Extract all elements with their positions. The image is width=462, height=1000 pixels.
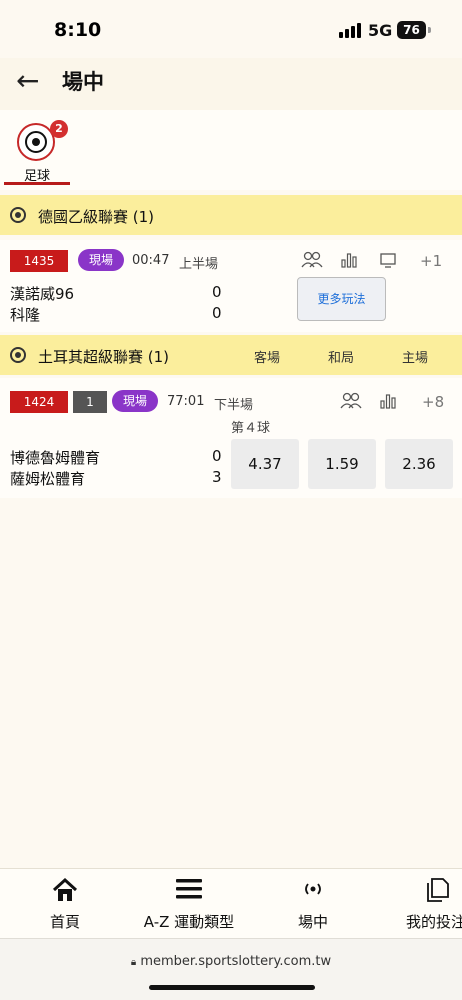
home-score: 0 <box>212 447 222 465</box>
lineup-icon[interactable] <box>340 392 362 414</box>
home-indicator <box>149 985 315 990</box>
count-tag: 1 <box>73 391 107 413</box>
nav-my-bets[interactable]: 我的投注 <box>384 877 462 932</box>
tab-soccer[interactable]: 2 足球 <box>4 120 70 186</box>
nav-label: A-Z 運動類型 <box>143 913 235 931</box>
page-header: ← 場中 <box>0 58 462 110</box>
league-icon <box>10 207 26 223</box>
more-markets-button[interactable]: 更多玩法 <box>297 277 386 321</box>
more-count[interactable]: +8 <box>422 393 444 411</box>
home-team: 博德魯姆體育 <box>10 449 101 467</box>
match-id-tag: 1435 <box>10 250 68 272</box>
tv-icon[interactable] <box>379 251 397 273</box>
goal-note: 第４球 <box>231 421 271 436</box>
nav-az-sports[interactable]: A-Z 運動類型 <box>134 877 244 932</box>
match-period: 上半場 <box>179 257 219 272</box>
lineup-icon[interactable] <box>301 251 323 273</box>
url-text: 🔒︎ member.sportslottery.com.tw <box>0 954 462 969</box>
match-row[interactable]: 1435 現場 00:47 上半場 +1 漢諾威96 0 科隆 0 更多玩法 <box>0 240 462 332</box>
odds-home-button[interactable]: 2.36 <box>385 439 453 489</box>
live-icon <box>258 877 368 907</box>
league-header[interactable]: 德國乙級聯賽 (1) <box>0 195 462 235</box>
menu-icon <box>134 877 244 907</box>
status-time: 8:10 <box>54 19 102 41</box>
odds-draw-button[interactable]: 1.59 <box>308 439 376 489</box>
browser-url-bar[interactable]: 🔒︎ member.sportslottery.com.tw <box>0 938 462 1000</box>
nav-live[interactable]: 場中 <box>258 877 368 932</box>
nav-label: 場中 <box>297 913 328 931</box>
nav-home[interactable]: 首頁 <box>10 877 120 932</box>
live-badge: 現場 <box>78 249 124 271</box>
bottom-nav: 首頁 A-Z 運動類型 場中 我的投注 <box>0 868 462 938</box>
nav-label: 首頁 <box>49 913 80 931</box>
match-id-tag: 1424 <box>10 391 68 413</box>
away-team: 科隆 <box>10 306 41 324</box>
status-bar: 8:10 5G 76 <box>0 0 462 58</box>
stats-icon[interactable] <box>340 251 358 273</box>
url-label: member.sportslottery.com.tw <box>140 954 332 969</box>
home-team: 漢諾威96 <box>10 285 75 303</box>
column-home: 主場 <box>402 351 429 366</box>
match-clock: 00:47 <box>132 253 170 268</box>
battery-icon: 76 <box>397 21 426 39</box>
column-away: 客場 <box>254 351 281 366</box>
more-count[interactable]: +1 <box>420 252 442 270</box>
active-tab-indicator <box>4 182 70 185</box>
league-icon <box>10 347 26 363</box>
league-name: 德國乙級聯賽 (1) <box>38 208 155 226</box>
page-title: 場中 <box>62 70 104 94</box>
lock-icon: 🔒︎ <box>130 957 137 968</box>
match-period: 下半場 <box>214 398 254 413</box>
bets-icon <box>384 877 462 907</box>
league-name: 土耳其超級聯賽 (1) <box>38 348 170 366</box>
count-badge: 2 <box>50 120 68 138</box>
stats-icon[interactable] <box>379 392 397 414</box>
home-icon <box>10 877 120 907</box>
signal-icon <box>339 23 361 38</box>
column-draw: 和局 <box>328 351 355 366</box>
back-arrow-icon[interactable]: ← <box>16 66 39 96</box>
away-score: 0 <box>212 304 222 322</box>
league-header[interactable]: 土耳其超級聯賽 (1) 客場 和局 主場 <box>0 335 462 375</box>
network-label: 5G <box>368 21 393 40</box>
match-row[interactable]: 1424 1 現場 77:01 下半場 第４球 +8 博德魯姆體育 0 薩姆松體… <box>0 378 462 498</box>
home-score: 0 <box>212 283 222 301</box>
battery-cap <box>428 27 431 33</box>
sport-tabs: 2 足球 <box>0 110 462 190</box>
live-badge: 現場 <box>112 390 158 412</box>
away-team: 薩姆松體育 <box>10 470 86 488</box>
odds-away-button[interactable]: 4.37 <box>231 439 299 489</box>
match-clock: 77:01 <box>167 394 205 409</box>
nav-label: 我的投注 <box>406 913 462 931</box>
away-score: 3 <box>212 468 222 486</box>
